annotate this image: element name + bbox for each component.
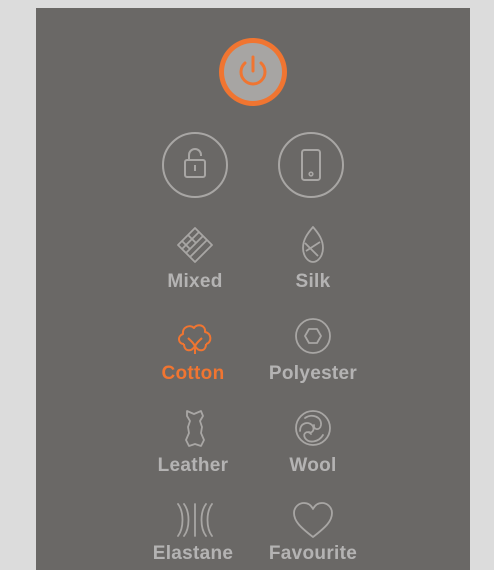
power-icon <box>239 55 267 86</box>
silk-icon <box>302 226 324 263</box>
polyester-icon <box>295 318 331 354</box>
program-wool[interactable]: Wool <box>268 402 358 478</box>
program-cotton[interactable]: Cotton <box>150 310 240 386</box>
program-label: Elastane <box>152 543 234 564</box>
elastane-icon <box>177 503 213 537</box>
program-favourite[interactable]: Favourite <box>268 492 358 568</box>
program-label: Mixed <box>167 271 223 292</box>
program-leather[interactable]: Leather <box>150 402 240 478</box>
wool-icon <box>295 410 331 446</box>
cotton-icon <box>178 324 212 354</box>
phone-button[interactable] <box>278 132 344 198</box>
program-polyester[interactable]: Polyester <box>268 310 358 386</box>
program-label: Cotton <box>161 363 225 384</box>
program-label: Favourite <box>268 543 358 564</box>
program-label: Leather <box>157 455 229 476</box>
program-label: Polyester <box>268 363 358 384</box>
phone-icon <box>301 149 321 181</box>
heart-icon <box>293 502 333 538</box>
power-button[interactable] <box>219 38 287 106</box>
lock-button[interactable] <box>162 132 228 198</box>
unlock-icon <box>184 148 206 178</box>
program-label: Wool <box>289 455 337 476</box>
mixed-fabric-icon <box>177 227 213 263</box>
program-elastane[interactable]: Elastane <box>150 492 240 568</box>
leather-icon <box>185 410 205 447</box>
program-label: Silk <box>295 271 331 292</box>
program-mixed[interactable]: Mixed <box>150 218 240 294</box>
program-silk[interactable]: Silk <box>268 218 358 294</box>
